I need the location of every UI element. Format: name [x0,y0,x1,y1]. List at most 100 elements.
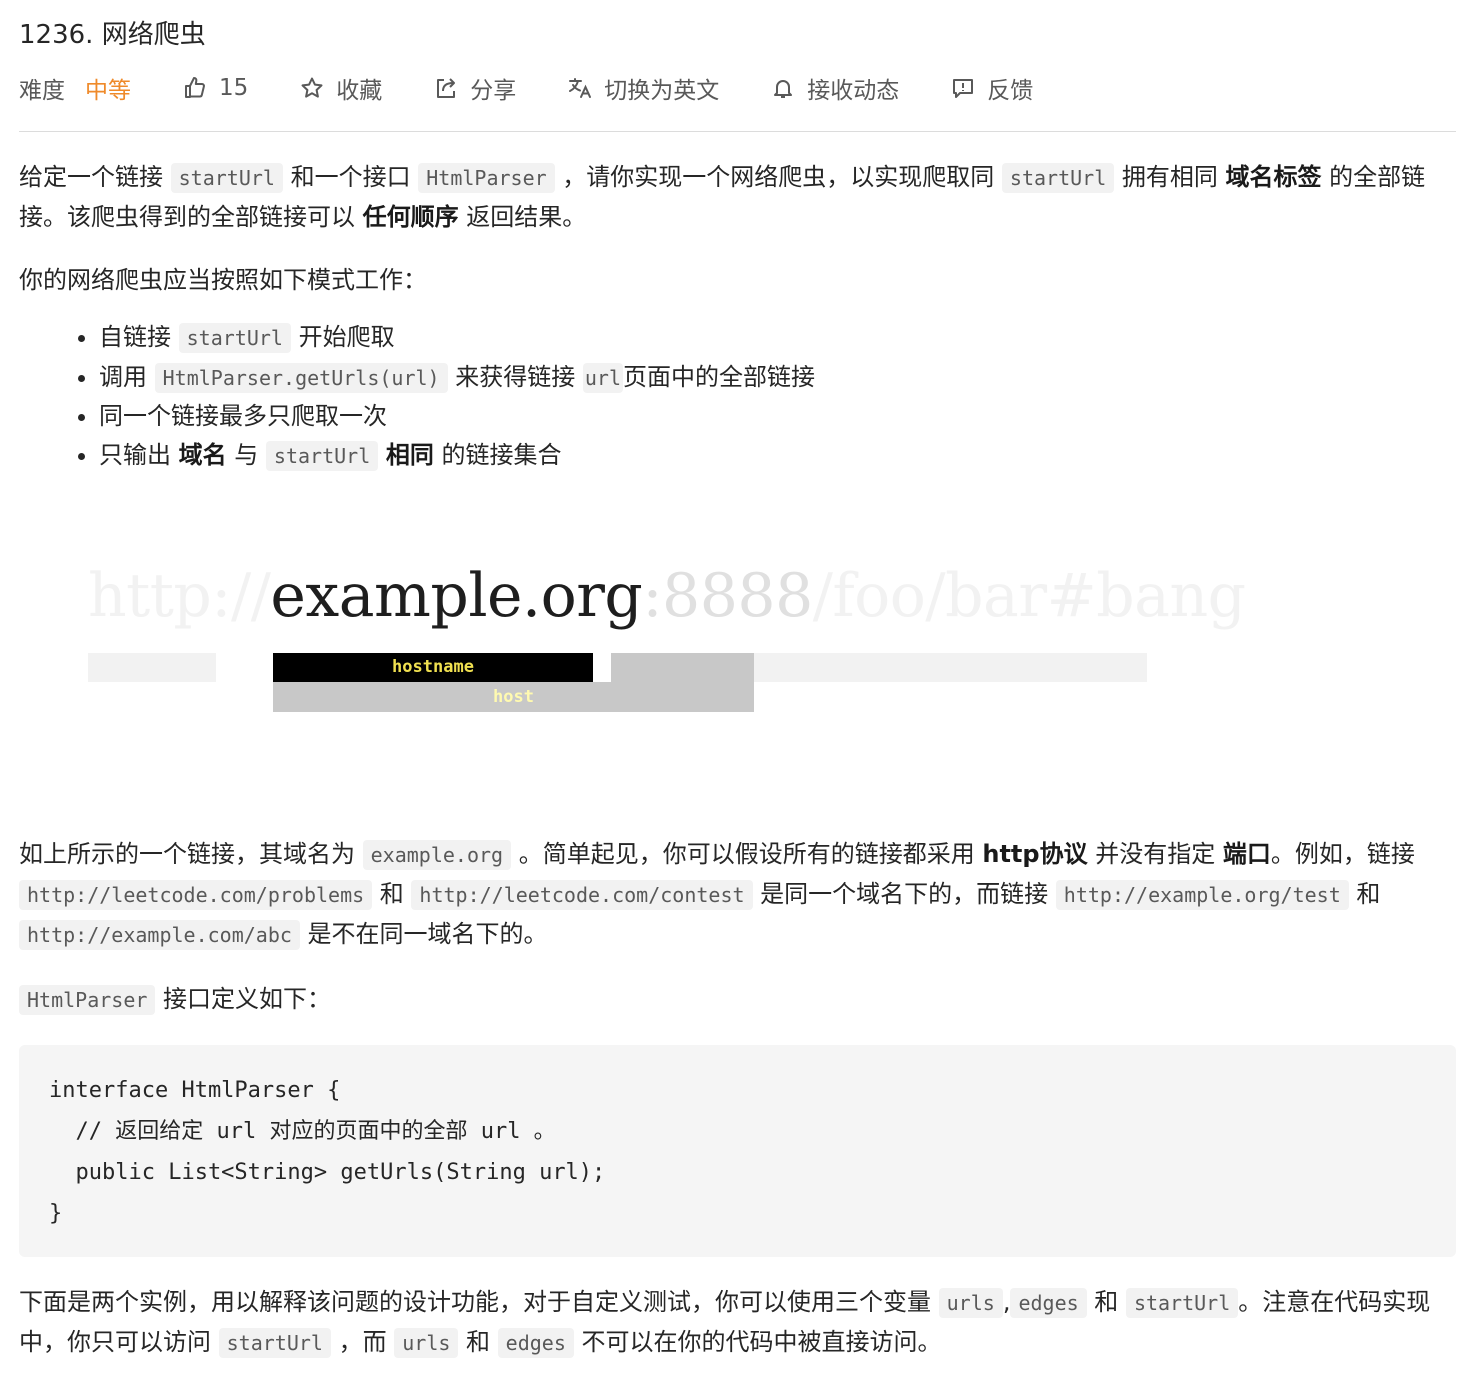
share-icon [434,76,458,100]
examples-paragraph: 下面是两个实例，用以解释该问题的设计功能，对于自定义测试，你可以使用三个变量 u… [19,1283,1456,1363]
text: 是不在同一域名下的。 [299,920,548,948]
inline-code: http://leetcode.com/problems [19,880,373,910]
bold-text: 域名 [178,440,227,469]
url-scheme: http:// [88,561,271,631]
text: ，请你实现一个网络爬虫，以实现爬取同 [554,163,1002,191]
thumbs-up-icon [183,76,207,100]
text: 和 [458,1328,498,1356]
text: 拥有相同 [1114,163,1226,191]
subscribe-label: 接收动态 [807,78,900,104]
inline-code: edges [497,1328,574,1358]
inline-code: urls [394,1328,459,1358]
translate-label: 切换为英文 [604,78,720,104]
bold-text: 相同 [385,440,434,469]
like-button[interactable]: 15 [183,75,248,101]
text: 来获得链接 [447,362,576,391]
inline-code: http://example.org/test [1055,880,1349,910]
inline-code: HtmlParser [418,163,555,193]
feedback-label: 反馈 [987,78,1034,104]
text: 给定一个链接 [19,163,171,191]
list-item: 只输出 域名 与 startUrl 相同 的链接集合 [99,436,1456,476]
url-anatomy-figure: http://example.org:8888/foo/bar#bang hos… [19,475,1456,835]
text: 只输出 [99,440,179,469]
inline-code: startUrl [265,440,379,471]
subscribe-button[interactable]: 接收动态 [771,71,899,105]
inline-code: HtmlParser [19,985,156,1015]
explain-paragraph: 如上所示的一个链接，其域名为 example.org 。简单起见，你可以假设所有… [19,835,1456,955]
rules-list: 自链接 startUrl 开始爬取 调用 HtmlParser.getUrls(… [19,318,1456,475]
inline-code: startUrl [1125,1288,1239,1318]
text: 返回结果。 [458,203,587,231]
share-label: 分享 [470,78,517,104]
inline-code: http://leetcode.com/contest [411,880,753,910]
inline-code: startUrl [218,1328,331,1358]
list-item: 调用 HtmlParser.getUrls(url) 来获得链接 url页面中的… [99,358,1456,398]
text: 和 [372,880,412,908]
url-path: /foo/bar#bang [812,561,1246,631]
inline-code: example.org [362,840,512,870]
text: 下面是两个实例，用以解释该问题的设计功能，对于自定义测试，你可以使用三个变量 [19,1288,939,1316]
text: ，而 [330,1328,395,1356]
text: 调用 [99,362,155,391]
bold-text: 任何顺序 [362,203,459,231]
share-button[interactable]: 分享 [434,71,516,105]
translate-icon [568,76,592,100]
problem-description: 给定一个链接 startUrl 和一个接口 HtmlParser ，请你实现一个… [19,158,1456,1363]
difficulty: 难度 中等 [19,71,131,105]
text: 并没有指定 [1087,840,1223,868]
bold-text: 端口 [1222,840,1271,868]
problem-toolbar: 难度 中等 15 收藏 分享 切换为英文 接收动态 反馈 [19,66,1085,110]
inline-code: edges [1010,1288,1087,1318]
path-bar [754,653,1147,682]
feedback-button[interactable]: 反馈 [951,71,1033,105]
bell-icon [771,76,795,100]
inline-code: url [582,362,623,393]
text: 和一个接口 [282,163,419,191]
text: 是同一个域名下的，而链接 [752,880,1056,908]
bold-text: 域名标签 [1225,163,1322,191]
url-hostname: example.org [270,561,643,631]
text: 和 [1086,1288,1126,1316]
text: 接口定义如下： [155,985,332,1013]
inline-code: urls [938,1288,1003,1318]
inline-code: HtmlParser.getUrls(url) [154,362,448,393]
text: 页面中的全部链接 [623,362,815,391]
favorite-label: 收藏 [336,78,383,104]
interface-intro: HtmlParser 接口定义如下： [19,980,1456,1020]
text: 的链接集合 [433,440,562,469]
mode-intro: 你的网络爬虫应当按照如下模式工作： [19,266,427,294]
inline-code: startUrl [170,163,283,193]
inline-code: startUrl [1001,163,1115,193]
intro-paragraph: 给定一个链接 startUrl 和一个接口 HtmlParser ，请你实现一个… [19,158,1456,237]
text: 和 [1348,880,1381,908]
difficulty-value: 中等 [85,78,131,104]
difficulty-label: 难度 [19,78,65,104]
header-divider [19,131,1456,132]
scheme-bar [88,653,216,682]
translate-button[interactable]: 切换为英文 [568,71,719,105]
text [378,441,386,469]
text: 与 [226,440,266,469]
text: 自链接 [99,323,179,351]
bar-gap [593,653,611,682]
hostname-bar: hostname [273,653,593,682]
star-icon [300,76,324,100]
text: 如上所示的一个链接，其域名为 [19,840,363,868]
text: 不可以在你的代码中被直接访问。 [573,1328,942,1356]
url-example: http://example.org:8888/foo/bar#bang [88,556,1246,636]
like-count: 15 [219,75,249,101]
bold-text: http协议 [982,840,1088,868]
url-port: :8888 [642,561,813,631]
list-item: 自链接 startUrl 开始爬取 [99,318,1456,358]
text: 开始爬取 [290,323,395,351]
favorite-button[interactable]: 收藏 [300,71,382,105]
list-item: 同一个链接最多只爬取一次 [99,397,1456,436]
inline-code: startUrl [178,323,291,353]
feedback-icon [951,76,975,100]
page-title: 1236. 网络爬虫 [19,20,206,50]
text: 。例如，链接 [1270,840,1415,868]
text: 。简单起见，你可以假设所有的链接都采用 [511,840,983,868]
inline-code: http://example.com/abc [19,920,300,950]
host-label: host [493,687,534,707]
code-block: interface HtmlParser { // 返回给定 url 对应的页面… [19,1045,1456,1257]
